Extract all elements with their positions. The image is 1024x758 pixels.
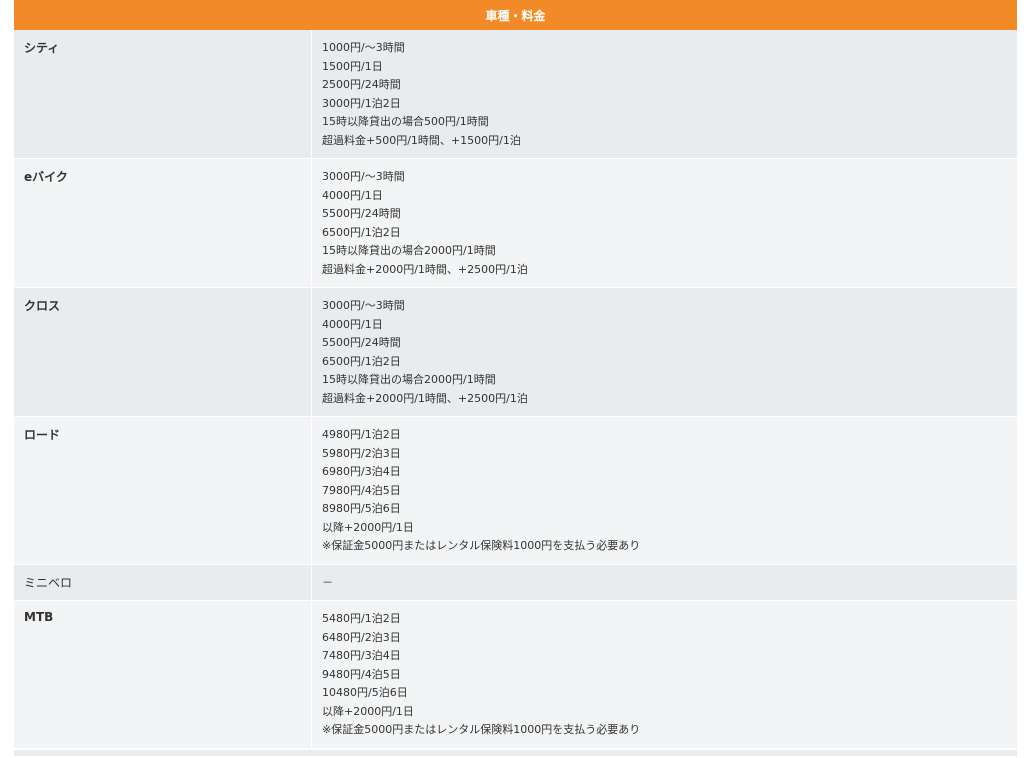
price-note: ※保証金5000円またはレンタル保険料1000円を支払う必要あり [322,539,641,552]
price-line: 15時以降貸出の場合500円/1時間 [322,115,489,128]
table-row: クロス 3000円/～3時間 4000円/1日 5500円/24時間 6500円… [14,288,1017,417]
price-line: 1500円/1日 [322,59,383,73]
price-line: 6500円/1泊2日 [322,225,401,239]
price-line: 3000円/～3時間 [322,170,405,183]
price-line: 6480円/2泊3日 [322,630,401,644]
price-line: 4000円/1日 [322,317,383,331]
price-line: 1000円/～3時間 [322,41,405,54]
price-line: 15時以降貸出の場合2000円/1時間 [322,244,496,257]
table-header: 車種・料金 [14,0,1017,30]
price-line: 15時以降貸出の場合2000円/1時間 [322,373,496,386]
table-row: ミニベロ － [14,564,1017,601]
price-list: － [312,565,1017,601]
vehicle-type: ミニベロ [14,564,312,600]
price-line: 8980円/5泊6日 [322,502,401,515]
price-line: 5500円/24時間 [322,336,401,349]
price-line: 超過料金+2000円/1時間、+2500円/1泊 [322,391,528,405]
table-row: MTB 5480円/1泊2日 6480円/2泊3日 7480円/3泊4日 948… [14,601,1017,749]
price-line: 6980円/3泊4日 [322,465,401,478]
price-line: 3000円/1泊2日 [322,96,401,110]
price-line: 5480円/1泊2日 [322,612,401,625]
price-line: 5980円/2泊3日 [322,446,401,460]
price-line: 6500円/1泊2日 [322,354,401,368]
table-row: ロード 4980円/1泊2日 5980円/2泊3日 6980円/3泊4日 798… [14,417,1017,565]
price-list: 1000円/～3時間 1500円/1日 2500円/24時間 3000円/1泊2… [312,30,1017,158]
vehicle-type: MTB [14,601,312,748]
price-table: 車種・料金 シティ 1000円/～3時間 1500円/1日 2500円/24時間… [14,0,1017,756]
price-line: 超過料金+2000円/1時間、+2500円/1泊 [322,262,528,276]
price-line: 7480円/3泊4日 [322,649,401,662]
vehicle-type: クロス [14,288,312,416]
price-list: 3000円/～3時間 4000円/1日 5500円/24時間 6500円/1泊2… [312,159,1017,287]
vehicle-type: シティ [14,30,312,158]
price-list: 4980円/1泊2日 5980円/2泊3日 6980円/3泊4日 7980円/4… [312,417,1017,564]
price-note: ※保証金5000円またはレンタル保険料1000円を支払う必要あり [322,723,641,736]
price-line: 以降+2000円/1日 [322,704,414,718]
vehicle-type: ロード [14,417,312,564]
table-row: シティ 1000円/～3時間 1500円/1日 2500円/24時間 3000円… [14,30,1017,159]
price-line: 超過料金+500円/1時間、+1500円/1泊 [322,133,521,147]
price-line: 4980円/1泊2日 [322,428,401,441]
price-line: 以降+2000円/1日 [322,520,414,534]
price-line: － [322,575,333,589]
price-line: 2500円/24時間 [322,78,401,91]
price-line: 3000円/～3時間 [322,299,405,312]
table-row-partial [14,748,1017,756]
price-list: 5480円/1泊2日 6480円/2泊3日 7480円/3泊4日 9480円/4… [312,601,1017,748]
price-line: 4000円/1日 [322,188,383,202]
price-list: 3000円/～3時間 4000円/1日 5500円/24時間 6500円/1泊2… [312,288,1017,416]
price-line: 7980円/4泊5日 [322,483,401,497]
price-line: 10480円/5泊6日 [322,686,408,699]
table-row: eバイク 3000円/～3時間 4000円/1日 5500円/24時間 6500… [14,159,1017,288]
vehicle-type: eバイク [14,159,312,287]
price-line: 9480円/4泊5日 [322,667,401,681]
price-line: 5500円/24時間 [322,207,401,220]
